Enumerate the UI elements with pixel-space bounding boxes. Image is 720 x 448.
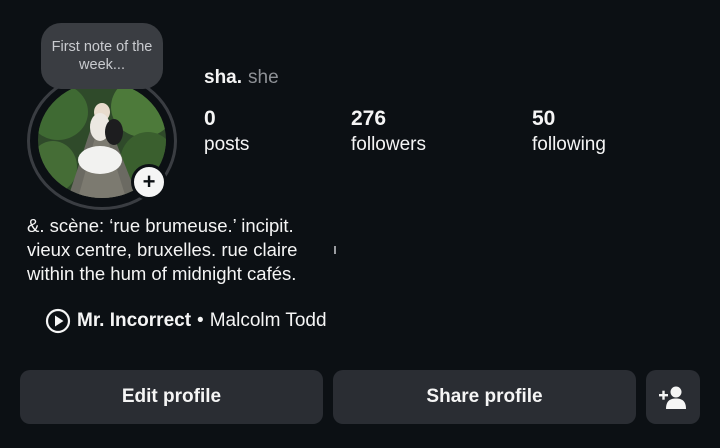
stat-value: 50 [532, 107, 556, 130]
song-artist: Malcolm Todd [209, 310, 327, 331]
username: sha. [204, 67, 243, 88]
music-separator: • [197, 310, 204, 331]
share-profile-button[interactable]: Share profile [333, 370, 636, 424]
stat-posts[interactable]: 0 posts [204, 107, 249, 159]
bio: &. scène: ‘rue brumeuse.’ incipit. vieux… [27, 214, 297, 286]
stat-followers[interactable]: 276 followers [351, 107, 426, 159]
profile-music[interactable]: Mr. Incorrect • Malcolm Todd [45, 308, 327, 334]
bio-divider-mark [334, 246, 336, 254]
stat-following[interactable]: 50 following [532, 107, 606, 159]
edit-profile-button[interactable]: Edit profile [20, 370, 323, 424]
stat-value: 276 [351, 107, 387, 130]
add-story-button[interactable]: + [131, 164, 167, 200]
note-text: First note of the week... [51, 39, 153, 73]
bio-line: &. scène: ‘rue brumeuse.’ incipit. [27, 215, 294, 236]
stat-value: 0 [204, 107, 216, 130]
stat-label: followers [351, 134, 426, 155]
song-title: Mr. Incorrect [77, 310, 192, 331]
add-person-icon [659, 386, 686, 409]
plus-icon: + [142, 169, 156, 194]
stat-label: following [532, 134, 606, 155]
name-row: sha. she [204, 67, 279, 89]
stat-label: posts [204, 134, 250, 155]
play-circle-icon [45, 308, 71, 334]
discover-people-button[interactable] [646, 370, 700, 424]
note-bubble[interactable]: First note of the week... [41, 23, 163, 89]
pronouns: she [248, 67, 279, 88]
bio-line: vieux centre, bruxelles. rue claire [27, 239, 298, 260]
bio-line: within the hum of midnight cafés. [27, 263, 297, 284]
